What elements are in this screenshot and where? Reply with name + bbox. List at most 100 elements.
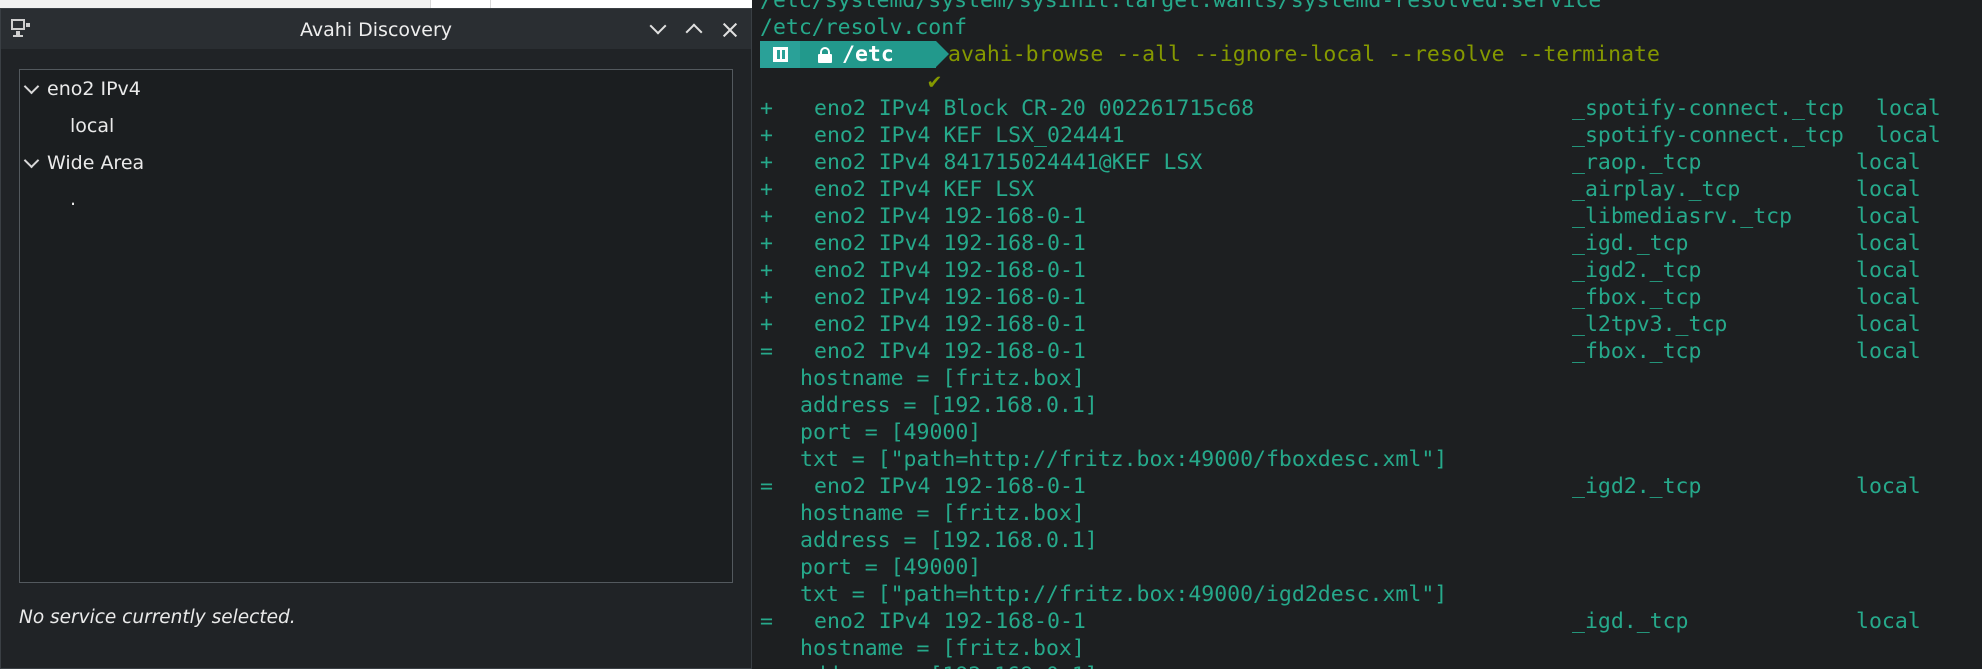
service-detail-line: hostname = [fritz.box]: [760, 365, 1976, 392]
service-type: _igd2._tcp: [1572, 474, 1702, 499]
desktop: /etc/systemd/system/sysinit.target.wants…: [0, 0, 1982, 669]
service-line: + eno2 IPv4 192-168-0-1 _l2tpv3._tcp local: [760, 311, 1976, 338]
service-detail-line: hostname = [fritz.box]: [760, 500, 1976, 527]
service-event-sign: +: [760, 123, 773, 148]
service-event-sign: +: [760, 204, 773, 229]
service-event-sign: =: [760, 339, 773, 364]
service-domain: local: [1856, 177, 1921, 202]
tree-item-eno2-ipv4[interactable]: eno2 IPv4: [20, 74, 732, 104]
tree-item-label: eno2 IPv4: [47, 78, 141, 100]
service-type: _igd._tcp: [1572, 231, 1689, 256]
service-domain: local: [1856, 339, 1921, 364]
service-detail: hostname = [fritz.box]: [800, 501, 1085, 526]
service-line: + eno2 IPv4 Block CR-20 002261715c68 _spot…: [760, 95, 1976, 122]
service-domain: local: [1856, 285, 1921, 310]
service-line: + eno2 IPv4 841715024441@KEF LSX _raop._tc…: [760, 149, 1976, 176]
service-name: eno2 IPv4 192-168-0-1: [814, 474, 1086, 499]
service-event-sign: +: [760, 177, 773, 202]
service-line: + eno2 IPv4 KEF LSX_024441 _spotify-connec…: [760, 122, 1976, 149]
terminal-line: /etc/systemd/system/sysinit.target.wants…: [760, 0, 1602, 13]
service-type: _fbox._tcp: [1572, 339, 1702, 364]
status-message: No service currently selected.: [19, 607, 296, 628]
os-logo-icon: [773, 47, 788, 62]
service-line: + eno2 IPv4 192-168-0-1 _libmediasrv._tcp l…: [760, 203, 1976, 230]
service-type: _libmediasrv._tcp: [1572, 204, 1793, 229]
window-title: Avahi Discovery: [300, 19, 452, 41]
prompt-command: avahi-browse --all --ignore-local --reso…: [948, 42, 1660, 67]
service-type: _spotify-connect._tcp: [1572, 96, 1844, 121]
service-event-sign: +: [760, 285, 773, 310]
service-domain: local: [1856, 609, 1921, 634]
service-name: eno2 IPv4 192-168-0-1: [814, 285, 1086, 310]
service-event-sign: +: [760, 312, 773, 337]
service-detail: address = [192.168.0.1]: [800, 393, 1098, 418]
titlebar[interactable]: Avahi Discovery: [1, 9, 751, 49]
chevron-down-icon[interactable]: [24, 81, 38, 95]
service-detail-line: txt = ["path=http://fritz.box:49000/fbox…: [760, 446, 1976, 473]
service-line: + eno2 IPv4 192-168-0-1 _igd2._tcp local: [760, 257, 1976, 284]
terminal-line: ✔: [760, 68, 1976, 95]
service-domain: local: [1856, 474, 1921, 499]
tree-item-label: .: [70, 188, 77, 210]
tree-item-wide-area-domain[interactable]: .: [20, 184, 732, 214]
terminal-line: /etc/resolv.conf: [760, 15, 968, 40]
terminal-content: /etc/systemd/system/sysinit.target.wants…: [760, 0, 1976, 669]
service-detail-line: port = [49000]: [760, 554, 1976, 581]
service-name: eno2 IPv4 192-168-0-1: [814, 204, 1086, 229]
prompt-os-segment: [760, 41, 800, 68]
service-event-sign: +: [760, 150, 773, 175]
service-line: = eno2 IPv4 192-168-0-1 _igd._tcp local: [760, 608, 1976, 635]
service-detail: txt = ["path=http://fritz.box:49000/fbox…: [800, 447, 1448, 472]
service-line: + eno2 IPv4 192-168-0-1 _igd._tcp local: [760, 230, 1976, 257]
avahi-discovery-window: Avahi Discovery eno2 IPv4 local Wide Are…: [0, 8, 752, 669]
service-domain: local: [1876, 96, 1941, 121]
service-event-sign: +: [760, 258, 773, 283]
service-type: _igd._tcp: [1572, 609, 1689, 634]
service-detail-line: hostname = [fritz.box]: [760, 635, 1976, 662]
tree-item-label: local: [70, 115, 115, 137]
service-domain: local: [1876, 123, 1941, 148]
chevron-down-icon[interactable]: [24, 155, 38, 169]
service-name: eno2 IPv4 841715024441@KEF LSX: [814, 150, 1203, 175]
service-detail: address = [192.168.0.1]: [800, 528, 1098, 553]
service-tree[interactable]: eno2 IPv4 local Wide Area .: [19, 69, 733, 583]
service-line: + eno2 IPv4 KEF LSX _airplay._tcp local: [760, 176, 1976, 203]
close-button[interactable]: [719, 19, 741, 41]
check-icon: ✔: [928, 69, 941, 94]
tree-item-label: Wide Area: [47, 152, 145, 174]
tree-item-local[interactable]: local: [20, 111, 732, 141]
service-name: eno2 IPv4 192-168-0-1: [814, 339, 1086, 364]
service-detail-line: port = [49000]: [760, 419, 1976, 446]
service-domain: local: [1856, 258, 1921, 283]
service-name: eno2 IPv4 192-168-0-1: [814, 258, 1086, 283]
lock-icon: [818, 47, 832, 63]
service-name: eno2 IPv4 KEF LSX_024441: [814, 123, 1125, 148]
service-domain: local: [1856, 312, 1921, 337]
service-type: _l2tpv3._tcp: [1572, 312, 1728, 337]
service-name: eno2 IPv4 Block CR-20 002261715c68: [814, 96, 1255, 121]
terminal[interactable]: /etc/systemd/system/sysinit.target.wants…: [752, 0, 1982, 669]
service-detail: address = [192.168.0.1]: [800, 662, 1098, 669]
service-name: eno2 IPv4 192-168-0-1: [814, 312, 1086, 337]
minimize-button[interactable]: [647, 19, 669, 41]
service-detail: port = [49000]: [800, 420, 982, 445]
service-event-sign: =: [760, 609, 773, 634]
service-type: _spotify-connect._tcp: [1572, 123, 1844, 148]
maximize-button[interactable]: [683, 19, 705, 41]
service-type: _fbox._tcp: [1572, 285, 1702, 310]
tree-item-wide-area[interactable]: Wide Area: [20, 148, 732, 178]
service-line: = eno2 IPv4 192-168-0-1 _igd2._tcp local: [760, 473, 1976, 500]
service-name: eno2 IPv4 192-168-0-1: [814, 609, 1086, 634]
service-type: _airplay._tcp: [1572, 177, 1741, 202]
service-domain: local: [1856, 204, 1921, 229]
prompt-line: /etc avahi-browse --all --ignore-local -…: [760, 41, 1976, 68]
service-domain: local: [1856, 231, 1921, 256]
service-detail: hostname = [fritz.box]: [800, 636, 1085, 661]
service-detail-line: address = [192.168.0.1]: [760, 527, 1976, 554]
terminal-output: + eno2 IPv4 Block CR-20 002261715c68 _spot…: [760, 95, 1976, 669]
service-detail: txt = ["path=http://fritz.box:49000/igd2…: [800, 582, 1448, 607]
service-event-sign: +: [760, 231, 773, 256]
service-detail: port = [49000]: [800, 555, 982, 580]
service-line: + eno2 IPv4 192-168-0-1 _fbox._tcp local: [760, 284, 1976, 311]
service-detail-line: txt = ["path=http://fritz.box:49000/igd2…: [760, 581, 1976, 608]
